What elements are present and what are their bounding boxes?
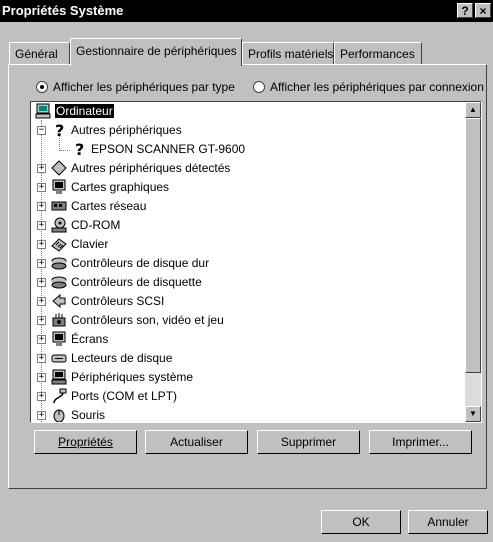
port-icon	[51, 388, 67, 404]
tree-item-label: Contrôleurs SCSI	[71, 294, 165, 308]
expand-icon[interactable]: +	[37, 392, 46, 401]
tree-item-label: Périphériques système	[71, 370, 194, 384]
radio-view-by-connection-label: Afficher les périphériques par connexion	[270, 80, 484, 94]
cdrom-icon	[51, 217, 67, 233]
expand-icon[interactable]: +	[37, 316, 46, 325]
scroll-up-button[interactable]: ▲	[465, 102, 481, 118]
tree-item-label: Souris	[71, 408, 106, 422]
monitor-icon	[51, 331, 67, 347]
computer-icon	[51, 369, 67, 385]
hard-disk-icon	[51, 255, 67, 271]
properties-button[interactable]: Propriétés	[34, 430, 137, 454]
svg-text:?: ?	[55, 122, 64, 138]
tree-item-label: Autres périphériques	[71, 123, 182, 137]
remove-button-label: Supprimer	[280, 435, 337, 449]
tree-scrollbar[interactable]: ▲ ▼	[465, 102, 481, 422]
mouse-icon	[51, 407, 67, 422]
scroll-thumb[interactable]	[465, 118, 481, 373]
expand-icon[interactable]: +	[37, 164, 46, 173]
tree-item-label: Clavier	[71, 237, 109, 251]
expand-icon[interactable]: +	[37, 335, 46, 344]
radio-selected-icon	[36, 81, 48, 93]
tree-item-label: Ports (COM et LPT)	[71, 389, 178, 403]
device-tree[interactable]: Ordinateur − ? Autres périphériques ? EP…	[30, 101, 482, 423]
print-button-label: Imprimer...	[392, 435, 449, 449]
print-button[interactable]: Imprimer...	[369, 430, 472, 454]
cancel-button[interactable]: Annuler	[408, 510, 488, 534]
refresh-button[interactable]: Actualiser	[145, 430, 248, 454]
expand-icon[interactable]: +	[37, 278, 46, 287]
disk-drive-icon	[51, 350, 67, 366]
tree-item-label: Contrôleurs de disque dur	[71, 256, 210, 270]
radio-view-by-type-label: Afficher les périphériques par type	[53, 80, 235, 94]
monitor-icon	[51, 179, 67, 195]
question-icon: ?	[71, 140, 87, 159]
expand-icon[interactable]: +	[37, 297, 46, 306]
tree-item-label: Autres périphériques détectés	[71, 161, 231, 175]
tree-item-label: Lecteurs de disque	[71, 351, 173, 365]
expand-icon[interactable]: +	[37, 221, 46, 230]
tab-performance[interactable]: Performances	[334, 42, 422, 65]
expand-icon[interactable]: +	[37, 354, 46, 363]
tab-general[interactable]: Général	[9, 42, 70, 65]
tree-item-label: EPSON SCANNER GT-9600	[91, 142, 246, 156]
diamond-icon	[51, 160, 67, 176]
network-card-icon	[51, 198, 67, 214]
tree-item-label: Cartes graphiques	[71, 180, 170, 194]
tree-root-label: Ordinateur	[55, 104, 114, 118]
expand-icon[interactable]: +	[37, 373, 46, 382]
tree-connector	[60, 150, 70, 151]
close-button[interactable]: ×	[475, 3, 491, 18]
system-properties-dialog: Propriétés Système ? × Général Gestionna…	[0, 0, 493, 542]
sound-icon	[51, 312, 67, 328]
question-icon: ?	[51, 121, 67, 140]
tab-hardware-profiles[interactable]: Profils matériels	[242, 42, 334, 65]
expand-icon[interactable]: +	[37, 183, 46, 192]
tree-item-label: Cartes réseau	[71, 199, 147, 213]
keyboard-icon	[51, 236, 67, 252]
tree-item-label: CD-ROM	[71, 218, 121, 232]
computer-icon	[35, 103, 51, 119]
expand-icon[interactable]: +	[37, 411, 46, 420]
ok-button[interactable]: OK	[321, 510, 401, 534]
collapse-icon[interactable]: −	[37, 126, 46, 135]
help-button[interactable]: ?	[457, 3, 473, 18]
scsi-icon	[51, 293, 67, 309]
window-title: Propriétés Système	[2, 3, 124, 18]
title-bar[interactable]: Propriétés Système ? ×	[0, 0, 493, 22]
tree-item-label: Contrôleurs son, vidéo et jeu	[71, 313, 224, 327]
radio-unselected-icon	[253, 81, 265, 93]
radio-view-by-type[interactable]: Afficher les périphériques par type	[36, 80, 235, 94]
properties-button-label: Propriétés	[58, 435, 113, 449]
expand-icon[interactable]: +	[37, 240, 46, 249]
radio-view-by-connection[interactable]: Afficher les périphériques par connexion	[253, 80, 484, 94]
tree-item-label: Contrôleurs de disquette	[71, 275, 202, 289]
expand-icon[interactable]: +	[37, 259, 46, 268]
refresh-button-label: Actualiser	[170, 435, 223, 449]
tab-device-manager[interactable]: Gestionnaire de périphériques	[70, 38, 242, 66]
scroll-down-button[interactable]: ▼	[465, 406, 481, 422]
remove-button[interactable]: Supprimer	[257, 430, 360, 454]
svg-text:?: ?	[75, 141, 84, 157]
tree-item-label: Écrans	[71, 332, 109, 346]
floppy-controller-icon	[51, 274, 67, 290]
expand-icon[interactable]: +	[37, 202, 46, 211]
